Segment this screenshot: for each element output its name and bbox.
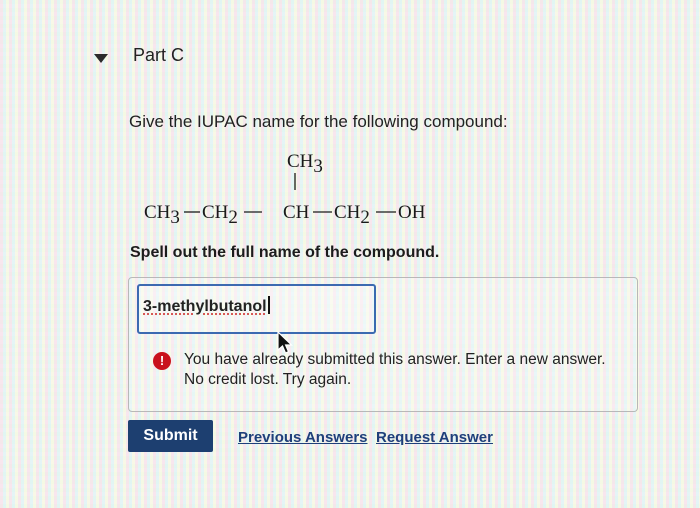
answer-panel: 3-methylbutanol ! You have already submi… (128, 277, 638, 412)
answer-value: 3-methylbutanol (143, 298, 267, 315)
part-title: Part C (133, 45, 185, 65)
chain-4-main: OH (398, 202, 426, 223)
svg-text:CH3: CH3 (287, 151, 323, 177)
chain-2-main: CH (283, 202, 310, 223)
svg-text:CH2: CH2 (334, 202, 370, 226)
chain-3-sub: 2 (360, 207, 370, 226)
submit-button[interactable]: Submit (128, 420, 213, 452)
answer-input[interactable]: 3-methylbutanol (137, 284, 376, 334)
chain-3-main: CH (334, 202, 361, 223)
svg-text:CH3: CH3 (144, 202, 180, 226)
previous-answers-link[interactable]: Previous Answers (238, 429, 368, 446)
branch-sub: 3 (313, 156, 323, 177)
chain-0-main: CH (144, 202, 171, 223)
svg-text:CH2: CH2 (202, 202, 238, 226)
chain-1-sub: 2 (228, 207, 238, 226)
collapse-chevron-icon[interactable] (94, 54, 108, 63)
alert-icon: ! (153, 352, 171, 370)
chain-1-main: CH (202, 202, 229, 223)
chain-0-sub: 3 (170, 207, 180, 226)
text-caret (267, 296, 270, 314)
question-text: Give the IUPAC name for the following co… (129, 112, 508, 131)
structural-formula: CH3 CH3 CH2 CH CH2 OH (144, 151, 426, 226)
feedback-message: You have already submitted this answer. … (184, 351, 606, 388)
mouse-pointer-icon (277, 331, 293, 354)
instruction-text: Spell out the full name of the compound. (130, 244, 440, 261)
request-answer-link[interactable]: Request Answer (376, 429, 493, 446)
branch-main: CH (287, 151, 314, 172)
